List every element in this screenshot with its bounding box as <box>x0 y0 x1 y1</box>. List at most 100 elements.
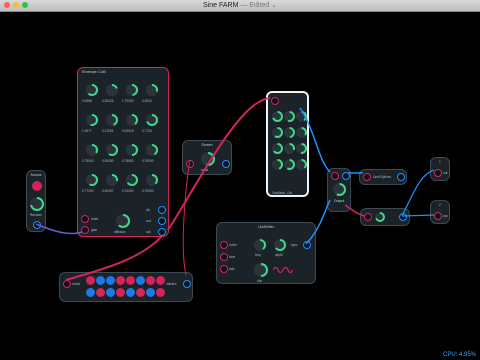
sequencer-step[interactable] <box>156 288 165 297</box>
edited-indicator[interactable]: — Edited ⌄ <box>240 2 277 9</box>
diffusion-knob[interactable] <box>116 214 130 228</box>
output-module[interactable]: Output <box>327 168 351 212</box>
sequencer-step[interactable] <box>146 276 155 285</box>
window-title: Sine FARM — Edited ⌄ <box>0 0 480 11</box>
osc-knob[interactable] <box>272 143 283 154</box>
env-value: 0.7753 <box>142 129 152 133</box>
lfo-in-port[interactable] <box>220 241 228 249</box>
sequencer-step[interactable] <box>126 276 135 285</box>
env-knob[interactable] <box>106 84 118 96</box>
mix-knob[interactable] <box>333 183 346 196</box>
osc-knob[interactable] <box>272 111 283 122</box>
window-title-text: Sine FARM <box>203 2 239 9</box>
sequencer-step[interactable] <box>86 288 95 297</box>
env-knob[interactable] <box>106 144 118 156</box>
sequencer-step[interactable] <box>146 288 155 297</box>
sequencer-step[interactable] <box>96 288 105 297</box>
env-knob[interactable] <box>86 174 98 186</box>
lfo-in-label: in-fire <box>229 243 237 247</box>
env-knob[interactable] <box>146 144 158 156</box>
osc-knob[interactable] <box>296 127 307 138</box>
env-knob[interactable] <box>146 84 158 96</box>
scale-knob[interactable] <box>201 152 215 166</box>
osc-knob[interactable] <box>284 159 295 170</box>
lfo-rate-port[interactable] <box>220 265 228 273</box>
mix-in2-port[interactable] <box>342 172 350 180</box>
screen-module[interactable]: Screen scale <box>182 140 232 175</box>
gate-port[interactable] <box>81 226 89 234</box>
limit-in-port[interactable] <box>363 173 371 181</box>
osc-title: 2 <box>439 203 441 207</box>
seq-out-port[interactable] <box>183 280 191 288</box>
depth-knob[interactable] <box>274 239 286 251</box>
env-value: 0.75000 <box>82 159 94 163</box>
random-knob[interactable] <box>30 197 44 211</box>
sequencer-step[interactable] <box>116 288 125 297</box>
env-knob[interactable] <box>146 114 158 126</box>
osc-module[interactable]: 2 osc <box>430 200 450 224</box>
osc-knob[interactable] <box>272 159 283 170</box>
env-knob[interactable] <box>126 84 138 96</box>
mix-in-port[interactable] <box>331 172 339 180</box>
seq-in-port[interactable] <box>63 280 71 288</box>
osc-knob[interactable] <box>284 127 295 138</box>
screen-in-port[interactable] <box>186 160 194 168</box>
env-knob[interactable] <box>106 174 118 186</box>
reset-port[interactable] <box>81 215 89 223</box>
clk-port[interactable] <box>158 206 166 214</box>
sequencer-step[interactable] <box>136 276 145 285</box>
crossfade-module[interactable] <box>360 208 410 226</box>
patch-canvas[interactable] <box>0 12 480 360</box>
clk-label: clk <box>146 208 150 212</box>
sequencer-step[interactable] <box>106 288 115 297</box>
env-knob[interactable] <box>146 174 158 186</box>
osc-knob[interactable] <box>296 111 307 122</box>
osc-knob[interactable] <box>296 143 307 154</box>
xfade-out-port[interactable] <box>399 213 407 221</box>
env-value: 0.11003 <box>102 129 114 133</box>
osc-knob[interactable] <box>284 111 295 122</box>
source-module[interactable]: Source Random <box>26 170 46 232</box>
env-knob[interactable] <box>86 114 98 126</box>
out-port[interactable] <box>158 217 166 225</box>
out-module[interactable]: 1 out <box>430 157 450 181</box>
lfo-tune-port[interactable] <box>220 253 228 261</box>
trigger-port[interactable] <box>32 181 42 191</box>
limit-module[interactable]: Limit:Splines <box>359 169 407 185</box>
limit-out-port[interactable] <box>397 173 405 181</box>
cpu-status: CPU: 4.95% <box>442 352 476 358</box>
sequencer-step[interactable] <box>116 276 125 285</box>
lfo-sync-port[interactable] <box>303 241 311 249</box>
env-knob[interactable] <box>86 84 98 96</box>
dist-knob[interactable] <box>254 263 268 277</box>
envelope-module[interactable]: Envelope: Cut0 0.0088 0.00425 1.70000 0.000… <box>77 67 169 237</box>
lfo-module[interactable]: Lfo/Shifter in-fire tune rate freq depth… <box>216 222 316 284</box>
sequencer-step[interactable] <box>126 288 135 297</box>
sequencer-step[interactable] <box>106 276 115 285</box>
env-value: 1.0077 <box>82 129 92 133</box>
env-knob[interactable] <box>126 174 138 186</box>
xfade-knob[interactable] <box>375 212 385 222</box>
xfade-in-port[interactable] <box>364 213 372 221</box>
osc-knob[interactable] <box>296 159 307 170</box>
sequencer-step[interactable] <box>156 276 165 285</box>
osc-knob[interactable] <box>284 143 295 154</box>
env-knob[interactable] <box>126 114 138 126</box>
sequencer-module[interactable]: in:dat mIndex <box>59 272 193 302</box>
oscillator-module[interactable]: Oscillator_Out <box>266 91 309 197</box>
osc-in-port-2[interactable] <box>434 212 442 220</box>
waveform-display <box>273 266 293 274</box>
freq-knob[interactable] <box>254 239 266 251</box>
sequencer-step[interactable] <box>136 288 145 297</box>
sequencer-step[interactable] <box>86 276 95 285</box>
env-knob[interactable] <box>106 114 118 126</box>
osc-knob[interactable] <box>272 127 283 138</box>
env-knob[interactable] <box>86 144 98 156</box>
screen-out-port[interactable] <box>222 160 230 168</box>
source-out-port[interactable] <box>33 221 41 229</box>
sequencer-step[interactable] <box>96 276 105 285</box>
env-out-port[interactable] <box>158 228 166 236</box>
env-knob[interactable] <box>126 144 138 156</box>
out-in-port[interactable] <box>434 169 442 177</box>
osc-in-port[interactable] <box>271 97 279 105</box>
